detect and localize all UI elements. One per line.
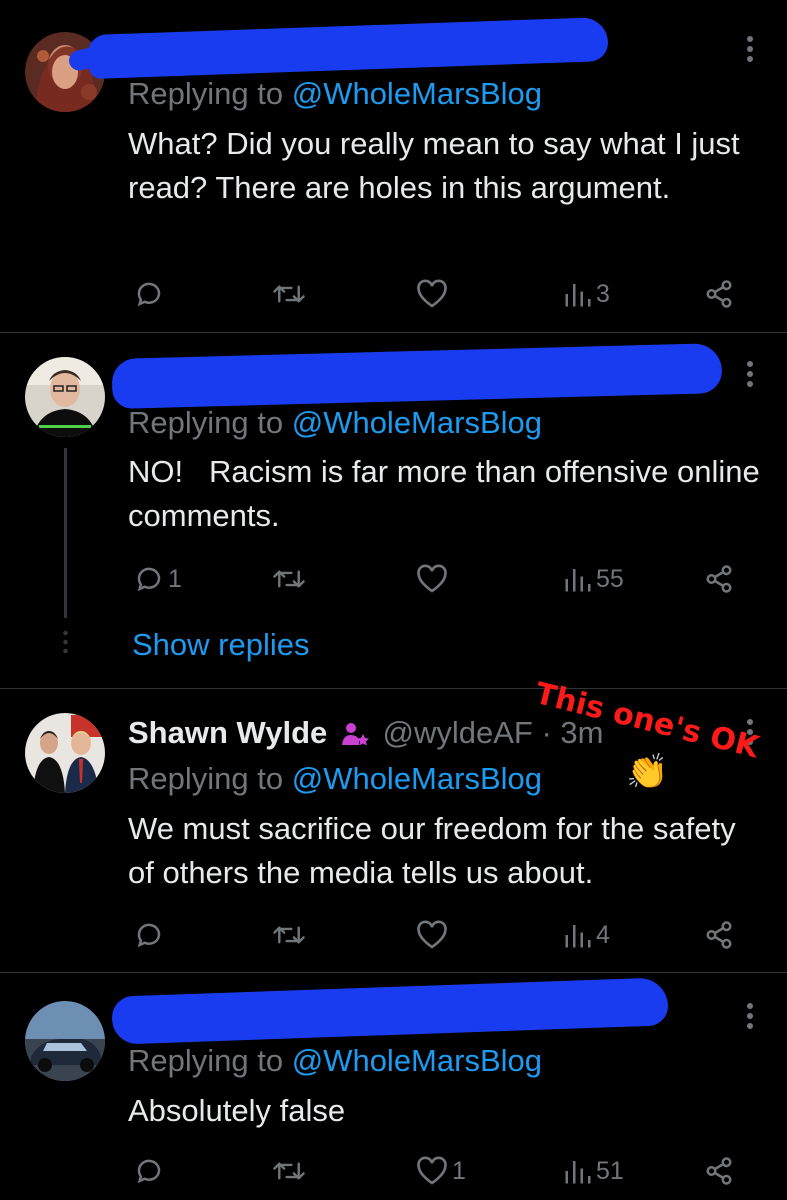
retweet-button[interactable] [272, 274, 310, 314]
more-options-icon[interactable] [737, 34, 763, 64]
tweet-3-header: Shawn Wylde @wyldeAF · 3m [128, 713, 603, 753]
action-bar: 1 55 [128, 559, 748, 599]
tweet-text: We must sacrifice our freedom for the sa… [128, 811, 736, 890]
user-handle[interactable]: @wyldeAF [383, 715, 533, 750]
share-button[interactable] [704, 1151, 734, 1191]
thread-connector-line [64, 448, 67, 618]
speech-bubble-icon [137, 1159, 161, 1184]
heart-icon [417, 279, 447, 308]
replying-mention-link[interactable]: @WholeMarsBlog [292, 76, 542, 111]
replying-prefix: Replying to [128, 76, 292, 111]
retweet-arrows-icon [273, 285, 305, 303]
views-count: 3 [596, 279, 610, 308]
display-name[interactable]: Shawn Wylde [128, 715, 327, 750]
views-count: 51 [596, 1156, 624, 1185]
like-button[interactable]: 1 [416, 1151, 466, 1191]
share-nodes-icon [706, 1157, 732, 1185]
redaction-scribble [111, 977, 669, 1045]
heart-icon [417, 564, 447, 593]
share-button[interactable] [704, 559, 734, 599]
replying-mention-link[interactable]: @WholeMarsBlog [292, 405, 542, 440]
like-button[interactable] [416, 274, 452, 314]
clapping-hands-icon: 👏 [626, 753, 669, 791]
replying-to: Replying to @WholeMarsBlog [128, 1041, 542, 1081]
reply-tweet-1[interactable]: Replying to @WholeMarsBlog What? Did you… [0, 0, 787, 333]
replying-prefix: Replying to [128, 761, 292, 796]
replying-prefix: Replying to [128, 405, 292, 440]
avatar-3[interactable] [25, 713, 105, 793]
redaction-scribble [87, 16, 609, 80]
views-button[interactable]: 51 [564, 1151, 624, 1191]
retweet-button[interactable] [272, 915, 310, 955]
replying-prefix: Replying to [128, 1043, 292, 1078]
bar-chart-icon [565, 284, 591, 307]
retweet-button[interactable] [272, 559, 310, 599]
speech-bubble-icon [137, 282, 161, 307]
bar-chart-icon [565, 1161, 591, 1184]
like-button[interactable] [416, 915, 452, 955]
avatar-2[interactable] [25, 357, 105, 437]
heart-icon [417, 920, 447, 949]
reply-button[interactable] [134, 274, 168, 314]
share-nodes-icon [706, 565, 732, 593]
retweet-button[interactable] [272, 1151, 310, 1191]
replying-to: Replying to @WholeMarsBlog [128, 74, 542, 114]
tweet-text: NO! Racism is far more than offensive on… [128, 454, 769, 533]
retweet-arrows-icon [273, 926, 305, 944]
share-button[interactable] [704, 915, 734, 955]
like-button[interactable] [416, 559, 452, 599]
action-bar: 3 [128, 274, 748, 314]
bar-chart-icon [565, 569, 591, 592]
replying-to: Replying to @WholeMarsBlog [128, 759, 542, 799]
heart-icon [417, 1156, 447, 1185]
like-count: 1 [452, 1156, 466, 1185]
separator-dot: · [532, 715, 561, 750]
share-button[interactable] [704, 274, 734, 314]
share-nodes-icon [706, 921, 732, 949]
tweet-text: What? Did you really mean to say what I … [128, 126, 740, 205]
person-star-icon [341, 723, 369, 746]
thread-connector-dots [61, 629, 70, 664]
reply-button[interactable] [134, 1151, 168, 1191]
retweet-arrows-icon [273, 1162, 305, 1180]
views-button[interactable]: 4 [564, 915, 610, 955]
retweet-arrows-icon [273, 570, 305, 588]
show-replies-link[interactable]: Show replies [132, 625, 309, 665]
replying-mention-link[interactable]: @WholeMarsBlog [292, 761, 542, 796]
replying-to: Replying to @WholeMarsBlog [128, 403, 542, 443]
tweet-text: Absolutely false [128, 1093, 346, 1128]
reply-tweet-4[interactable]: Replying to @WholeMarsBlog Absolutely fa… [0, 973, 787, 1200]
redaction-scribble [111, 343, 723, 409]
action-bar: 4 [128, 915, 748, 955]
replying-mention-link[interactable]: @WholeMarsBlog [292, 1043, 542, 1078]
more-options-icon[interactable] [737, 1001, 763, 1031]
reply-count: 1 [168, 564, 182, 593]
reply-button[interactable] [134, 915, 168, 955]
more-options-icon[interactable] [737, 359, 763, 389]
action-bar: 1 51 [128, 1151, 748, 1191]
speech-bubble-icon [137, 567, 161, 592]
avatar-4[interactable] [25, 1001, 105, 1081]
reply-button[interactable]: 1 [134, 559, 182, 599]
views-button[interactable]: 55 [564, 559, 624, 599]
reply-tweet-2[interactable]: Replying to @WholeMarsBlog NO! Racism is… [0, 333, 787, 689]
share-nodes-icon [706, 280, 732, 308]
views-count: 55 [596, 564, 624, 593]
bar-chart-icon [565, 925, 591, 948]
speech-bubble-icon [137, 923, 161, 948]
views-count: 4 [596, 920, 610, 949]
views-button[interactable]: 3 [564, 274, 610, 314]
